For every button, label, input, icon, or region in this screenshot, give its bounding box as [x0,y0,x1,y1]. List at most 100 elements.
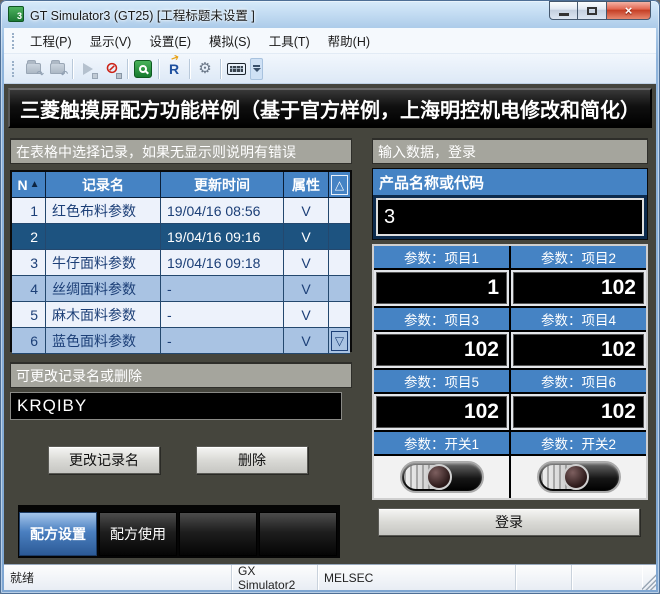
close-button[interactable]: × [606,1,651,20]
app-icon: 3 [8,6,24,22]
software-keyboard-button[interactable] [224,57,248,81]
product-name-input[interactable]: 3 [376,198,644,236]
param-switch-2[interactable] [511,456,646,498]
menu-item-tools[interactable]: 工具(T) [260,27,319,54]
maximize-icon [587,7,597,15]
tab-recipe-use[interactable]: 配方使用 [99,512,177,556]
switch-project-button[interactable]: R [162,57,186,81]
cell-name[interactable]: 牛仔面料参数 [46,250,161,276]
toolbar-options-button[interactable] [250,58,263,80]
menu-grip [12,33,17,49]
tab-recipe-settings[interactable]: 配方设置 [19,512,97,556]
table-hint-label: 在表格中选择记录，如果无显示则说明有错误 [10,138,352,164]
title-bar[interactable]: 3 GT Simulator3 (GT25) [工程标题未设置 ] × [0,0,660,28]
param-value-item1[interactable]: 1 [376,272,507,304]
scroll-up-button[interactable]: △ [329,172,350,198]
login-button[interactable]: 登录 [378,508,640,536]
cell-no[interactable]: 3 [12,250,46,276]
arrow-icon: ↶ [60,69,68,80]
record-row-4[interactable]: 4 丝绸面料参数 - V [12,276,350,302]
toolbar-separator [72,59,73,79]
record-row-2-selected[interactable]: 2 19/04/16 09:16 V [12,224,350,250]
stop-simulation-button[interactable]: ⊘ [100,57,124,81]
menu-item-project[interactable]: 工程(P) [21,27,81,54]
menu-item-view[interactable]: 显示(V) [81,27,141,54]
cell-time[interactable]: - [161,276,284,302]
tab-strip: 配方设置 配方使用 [18,505,340,558]
record-row-1[interactable]: 1 红色布料参数 19/04/16 08:56 V [12,198,350,224]
device-monitor-button[interactable] [131,57,155,81]
cell-name[interactable]: 红色布料参数 [46,198,161,224]
cell-time[interactable]: 19/04/16 09:18 [161,250,284,276]
column-header-name[interactable]: 记录名 [46,172,161,198]
save-project-button[interactable]: ↶ [45,57,69,81]
maximize-button[interactable] [578,1,606,20]
column-header-time[interactable]: 更新时间 [161,172,284,198]
cell-name[interactable] [46,224,161,250]
cell-scroll [329,302,350,328]
param-value-item2[interactable]: 102 [513,272,644,304]
cell-attr[interactable]: V [284,276,329,302]
minimize-button[interactable] [549,1,578,20]
cell-time[interactable]: 19/04/16 08:56 [161,198,284,224]
menu-item-simulate[interactable]: 模拟(S) [200,27,260,54]
param-switch-1[interactable] [374,456,509,498]
resize-grip[interactable] [642,565,656,590]
record-row-3[interactable]: 3 牛仔面料参数 19/04/16 09:18 V [12,250,350,276]
record-name-input[interactable]: KRQIBY [10,392,342,420]
menu-bar: 工程(P) 显示(V) 设置(E) 模拟(S) 工具(T) 帮助(H) [4,28,656,54]
scroll-down-button[interactable]: ▽ [329,328,350,354]
rename-record-button[interactable]: 更改记录名 [48,446,160,474]
cell-time[interactable]: 19/04/16 09:16 [161,224,284,250]
param-label-item5: 参数：项目5 [374,370,509,392]
status-gx-simulator: GX Simulator2 [232,565,318,590]
cell-time[interactable]: - [161,302,284,328]
cell-attr[interactable]: V [284,250,329,276]
cell-attr[interactable]: V [284,302,329,328]
start-simulation-button[interactable] [76,57,100,81]
cell-no[interactable]: 6 [12,328,46,354]
param-value-item3[interactable]: 102 [376,334,507,366]
cell-name[interactable]: 丝绸面料参数 [46,276,161,302]
delete-record-button[interactable]: 删除 [196,446,308,474]
param-label-item6: 参数：项目6 [511,370,646,392]
simulator-screen: 三菱触摸屏配方功能样例（基于官方样例，上海明控机电修改和简化） 在表格中选择记录… [4,84,656,564]
cell-no[interactable]: 2 [12,224,46,250]
cell-name[interactable]: 蓝色面料参数 [46,328,161,354]
scroll-down-icon: ▽ [331,331,348,351]
cell-no[interactable]: 1 [12,198,46,224]
cell-attr[interactable]: V [284,328,329,354]
input-hint-label: 输入数据，登录 [372,138,648,164]
cell-no[interactable]: 5 [12,302,46,328]
menu-item-help[interactable]: 帮助(H) [319,27,379,54]
option-button[interactable]: ⚙ [193,57,217,81]
tab-empty-4[interactable] [259,512,337,556]
product-name-box: 产品名称或代码 3 [372,168,648,240]
scroll-up-icon: △ [331,175,348,195]
param-label-switch2: 参数：开关2 [511,432,646,454]
mini-square-icon [92,73,98,79]
record-row-5[interactable]: 5 麻木面料参数 - V [12,302,350,328]
cell-name[interactable]: 麻木面料参数 [46,302,161,328]
cell-time[interactable]: - [161,328,284,354]
cell-attr[interactable]: V [284,198,329,224]
param-value-item6[interactable]: 102 [513,396,644,428]
cell-scroll [329,276,350,302]
toolbar-separator [158,59,159,79]
switch-project-icon: R [169,61,179,77]
edit-hint-label: 可更改记录名或删除 [10,362,352,388]
column-header-attr[interactable]: 属性 [284,172,329,198]
param-value-item5[interactable]: 102 [376,396,507,428]
cell-no[interactable]: 4 [12,276,46,302]
status-melsec: MELSEC [318,565,516,590]
status-cell-empty [572,565,642,590]
menu-item-settings[interactable]: 设置(E) [140,27,200,54]
tab-empty-3[interactable] [179,512,257,556]
record-row-6[interactable]: 6 蓝色面料参数 - V ▽ [12,328,350,354]
arrow-icon: ↷ [36,69,44,80]
cell-attr[interactable]: V [284,224,329,250]
column-header-no[interactable]: N▲ [12,172,46,198]
parameter-grid: 参数：项目1 参数：项目2 1 102 参数：项目3 参数：项目4 102 10… [372,244,648,500]
param-value-item4[interactable]: 102 [513,334,644,366]
open-project-button[interactable]: ↷ [21,57,45,81]
